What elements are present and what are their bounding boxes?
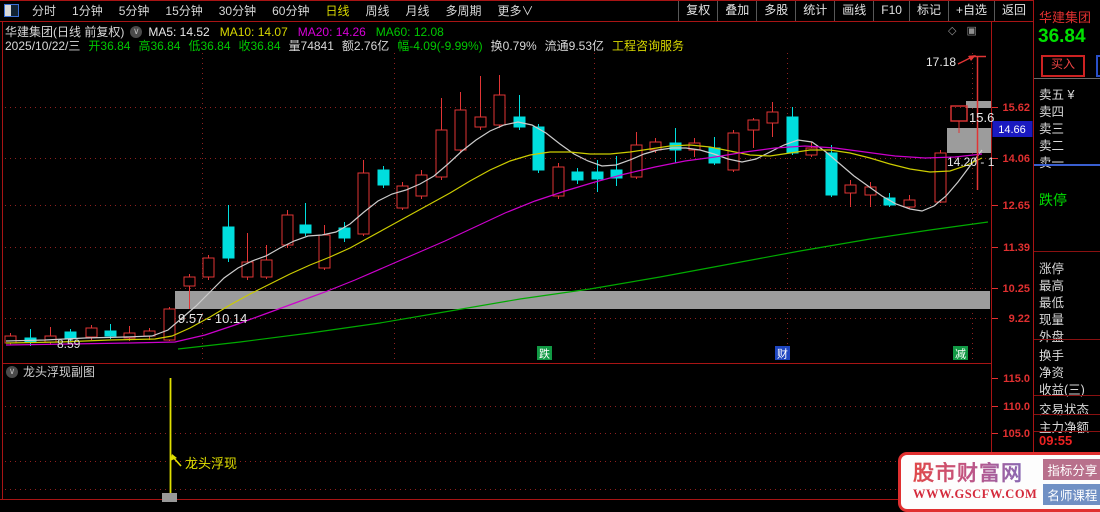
event-marker-label: 跌 bbox=[539, 347, 550, 361]
info-item: 量74841 bbox=[288, 39, 334, 53]
candle-body bbox=[299, 224, 312, 234]
price-label: 10.25 bbox=[1002, 283, 1030, 295]
candle-body bbox=[222, 226, 235, 259]
watermark-tag-indicator: 指标分享 bbox=[1043, 459, 1100, 480]
divider bbox=[1034, 251, 1100, 252]
info-item: 工程咨询服务 bbox=[612, 39, 685, 53]
gray-zone bbox=[966, 101, 992, 108]
info-item: 换0.79% bbox=[490, 39, 537, 53]
candle-body bbox=[805, 147, 818, 156]
candle-body bbox=[377, 169, 390, 186]
event-marker-label: 财 bbox=[777, 347, 788, 361]
ma-line-MA60 bbox=[177, 221, 989, 350]
stock-price: 36.84 bbox=[1038, 26, 1086, 47]
divider bbox=[1034, 164, 1100, 166]
chart-annotation: 8.59 bbox=[57, 337, 81, 351]
price-flag-box bbox=[950, 105, 968, 122]
chart-annotation: 9.57 - 10.14 bbox=[178, 311, 247, 326]
candle-body bbox=[766, 111, 779, 124]
candle-body bbox=[591, 171, 604, 180]
candle-body bbox=[571, 171, 584, 181]
candle-body bbox=[493, 94, 506, 126]
candle-body bbox=[934, 152, 947, 203]
divider bbox=[1034, 431, 1100, 432]
info-item: 流通9.53亿 bbox=[544, 39, 605, 53]
candle-body bbox=[85, 327, 98, 338]
divider bbox=[1034, 339, 1100, 340]
gray-zone bbox=[175, 291, 990, 309]
price-label: 9.22 bbox=[1009, 313, 1030, 325]
gray-zone bbox=[947, 128, 992, 153]
info-item: 额2.76亿 bbox=[341, 39, 390, 53]
subpanel-header: ∨ 龙头浮现副图 bbox=[6, 363, 95, 380]
diamond-icon[interactable]: ◇ bbox=[948, 25, 956, 37]
date-label: 2025/10/22/三 bbox=[5, 39, 81, 53]
chart-corner-icons: ◇ ▣ bbox=[941, 24, 977, 37]
event-marker-label: 减 bbox=[955, 348, 966, 361]
signal-base-box bbox=[162, 493, 177, 502]
chart-annotation: 15.6 bbox=[969, 110, 994, 125]
candle-body bbox=[474, 116, 487, 128]
divider bbox=[1034, 395, 1100, 396]
divider bbox=[1034, 414, 1100, 415]
signal-label: 龙头浮现 bbox=[185, 456, 237, 471]
price-label: 12.65 bbox=[1002, 200, 1030, 212]
info-row: 2025/10/22/三 开36.84 高36.84 低36.84 收36.84 量74… bbox=[5, 37, 684, 54]
candle-body bbox=[318, 234, 331, 269]
target-arrow-head bbox=[968, 55, 976, 61]
candle-body bbox=[454, 109, 467, 151]
candle-body bbox=[260, 259, 273, 278]
info-item: 低36.84 bbox=[188, 39, 231, 53]
quote-field-label: 外盘 bbox=[1039, 330, 1065, 344]
price-label: 15.62 bbox=[1002, 102, 1030, 114]
candle-body bbox=[202, 257, 215, 278]
sell-button[interactable] bbox=[1096, 55, 1100, 77]
watermark-site-name: 股市财富网 bbox=[913, 462, 1037, 486]
quote-time: 09:55 bbox=[1039, 433, 1073, 448]
divider bbox=[1034, 78, 1100, 79]
candle-body bbox=[104, 330, 117, 337]
sell-level[interactable]: 卖一 bbox=[1039, 152, 1064, 171]
candle-body bbox=[903, 199, 916, 208]
sub-price-label: 110.0 bbox=[1003, 401, 1030, 413]
info-item: 收36.84 bbox=[238, 39, 281, 53]
candle-body bbox=[183, 276, 196, 287]
candle-body bbox=[532, 126, 545, 171]
watermark-site-url: WWW.GSCFW.COM bbox=[913, 487, 1038, 501]
sub-price-label: 115.0 bbox=[1003, 373, 1030, 385]
candle-body bbox=[883, 197, 896, 206]
candle-body bbox=[281, 214, 294, 246]
candle-body bbox=[241, 261, 254, 278]
info-item: 高36.84 bbox=[138, 39, 181, 53]
panel-icon[interactable]: ▣ bbox=[967, 25, 977, 37]
info-item: 幅-4.09(-9.99%) bbox=[397, 39, 483, 53]
quote-field-label: 交易状态 bbox=[1039, 403, 1090, 417]
limit-down-label: 跌停 bbox=[1039, 192, 1067, 208]
current-price-label: 14.66 bbox=[998, 124, 1026, 136]
collapse-circle-icon[interactable]: ∨ bbox=[6, 365, 18, 378]
buy-button[interactable]: 买入 bbox=[1041, 55, 1085, 77]
watermark-tag-course: 名师课程 bbox=[1043, 484, 1100, 505]
candle-body bbox=[844, 184, 857, 194]
candle-body bbox=[747, 119, 760, 131]
watermark-card: 股市财富网 WWW.GSCFW.COM 指标分享 名师课程 bbox=[898, 452, 1100, 512]
price-label: 11.39 bbox=[1003, 242, 1030, 254]
chart-annotation: 17.18 bbox=[926, 55, 956, 69]
sub-price-label: 105.0 bbox=[1002, 428, 1030, 440]
quote-panel: 华建集团 36.84 买入 卖五 ¥ 卖四 卖三 卖二 卖一 跌停 涨停 最高 最低 现量 外盘… bbox=[1033, 0, 1100, 510]
price-label: 14.06 bbox=[1002, 153, 1030, 165]
info-item: 开36.84 bbox=[88, 39, 131, 53]
candle-body bbox=[4, 335, 17, 344]
subpanel-title: 龙头浮现副图 bbox=[23, 365, 96, 379]
stock-name: 华建集团 bbox=[1039, 10, 1092, 25]
candlestick-chart[interactable]: 8.59 9.57 - 10.14 17.18 15.6 14.20 - 1 跌 财 减 15.… bbox=[0, 0, 1100, 510]
chevron-down-circle-icon[interactable]: ∨ bbox=[130, 25, 143, 38]
chart-annotation: 14.20 - 1 bbox=[947, 155, 995, 169]
candle-body bbox=[357, 172, 370, 235]
